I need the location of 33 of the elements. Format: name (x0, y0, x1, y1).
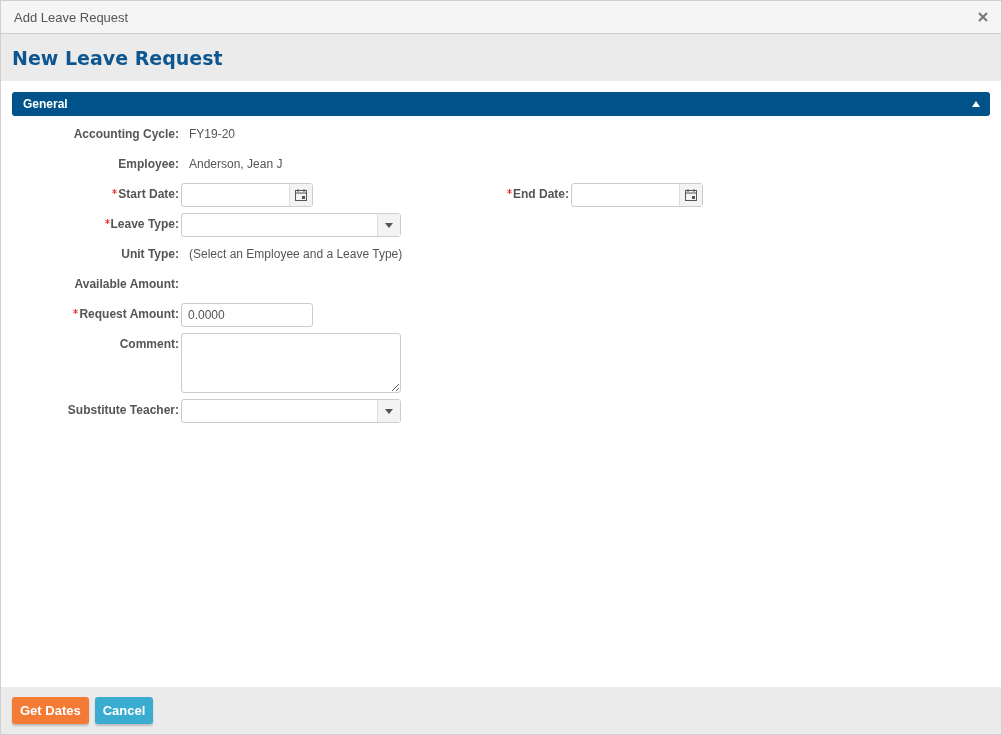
required-icon (507, 189, 512, 194)
comment-field[interactable] (181, 333, 401, 393)
input-field[interactable]: 0.0000 (181, 303, 313, 327)
close-icon[interactable] (978, 12, 988, 22)
date-field[interactable] (181, 183, 313, 207)
field-value: (Select an Employee and a Leave Type) (189, 246, 403, 261)
window-title: Add Leave Request (14, 9, 129, 25)
field-value: FY19-20 (189, 126, 236, 141)
section-header[interactable]: General (12, 92, 990, 116)
date-field[interactable] (571, 183, 703, 207)
caret-icon (385, 408, 393, 414)
field-label: Request Amount: (79, 307, 179, 321)
field-label: Comment: (119, 337, 179, 351)
field-value: Anderson, Jean J (189, 156, 283, 171)
required-icon (112, 189, 118, 194)
caret-icon (385, 222, 393, 228)
page-heading: New Leave Request (12, 46, 223, 69)
calendar-icon (685, 189, 697, 201)
calendar-button[interactable] (679, 184, 702, 206)
dropdown-field[interactable] (181, 399, 401, 423)
dropdown-field[interactable] (181, 213, 401, 237)
field-label: Employee: (118, 157, 179, 171)
field-label: Substitute Teacher: (67, 403, 179, 417)
field-label: Unit Type: (121, 247, 179, 261)
field-label: Accounting Cycle: (73, 127, 179, 141)
calendar-button[interactable] (289, 184, 312, 206)
required-icon (73, 309, 79, 314)
field-label: Start Date: (118, 187, 179, 201)
field-label: Leave Type: (110, 217, 179, 231)
field-label: End Date: (513, 187, 569, 201)
field-label: Available Amount: (74, 277, 179, 291)
calendar-icon (295, 189, 307, 201)
required-icon (104, 219, 110, 224)
